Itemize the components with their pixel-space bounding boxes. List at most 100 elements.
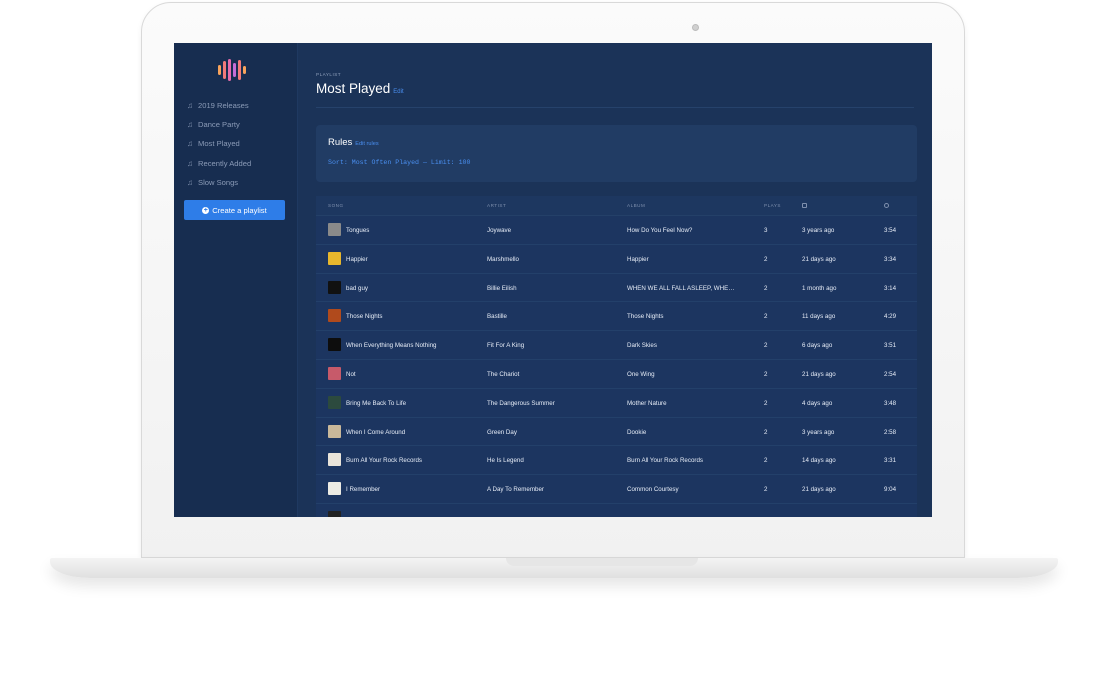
- album-art-thumbnail: [328, 482, 341, 496]
- sidebar-item-label: Slow Songs: [198, 177, 239, 187]
- album-name: Mother Nature: [627, 399, 667, 407]
- sidebar-item-label: Most Played: [198, 139, 240, 149]
- main-content: PLAYLIST Most Played Edit Rules Edit rul…: [298, 43, 932, 517]
- date-added: 21 days ago: [802, 486, 836, 494]
- song-duration: 2:54: [884, 370, 897, 378]
- music-note-icon: ♫: [187, 177, 193, 187]
- song-duration: 3:51: [884, 342, 897, 350]
- table-row[interactable]: I Remember A Day To Remember Common Courte…: [316, 475, 917, 504]
- play-count: 2: [764, 255, 768, 263]
- songs-table: SONG ARTIST ALBUM PLAYS Tongues Joywave Ho…: [316, 196, 917, 517]
- rules-header: Rules Edit rules: [328, 137, 379, 148]
- sidebar-item-dance-party[interactable]: ♫ Dance Party: [187, 115, 297, 134]
- table-row[interactable]: [316, 503, 917, 517]
- song-title: Not: [346, 370, 356, 378]
- album-art-thumbnail: [328, 338, 341, 352]
- logo-bar: [233, 63, 236, 77]
- laptop-base-notch: [506, 558, 698, 566]
- date-added: 1 month ago: [802, 284, 837, 292]
- sidebar-item-label: Recently Added: [198, 158, 252, 168]
- logo-bar: [228, 59, 231, 81]
- rules-summary: Sort: Most Often Played — Limit: 100: [328, 159, 471, 166]
- sidebar-item-most-played[interactable]: ♫ Most Played: [187, 134, 297, 153]
- column-header-plays[interactable]: PLAYS: [764, 203, 781, 208]
- song-duration: 2:58: [884, 428, 897, 436]
- table-row[interactable]: Burn All Your Rock Records He Is Legend Bu…: [316, 446, 917, 476]
- camera-dot: [692, 24, 699, 31]
- song-duration: 3:34: [884, 255, 897, 263]
- date-added: 3 years ago: [802, 227, 835, 234]
- play-count: 2: [764, 370, 768, 378]
- table-row[interactable]: Happier Marshmello Happier 2 21 days ago 3:34: [316, 244, 917, 274]
- song-duration: 3:14: [884, 284, 897, 292]
- edit-rules-link[interactable]: Edit rules: [355, 141, 378, 147]
- album-art-thumbnail: [328, 424, 341, 438]
- album-art-thumbnail: [328, 395, 341, 409]
- album-name: Those Nights: [627, 313, 664, 321]
- date-added: 21 days ago: [802, 370, 836, 378]
- album-art-thumbnail: [328, 366, 341, 380]
- music-note-icon: ♫: [187, 120, 193, 130]
- song-title: When Everything Means Nothing: [346, 342, 437, 350]
- table-row[interactable]: bad guy Billie Eilish WHEN WE ALL FALL ASL…: [316, 273, 917, 303]
- play-count: 2: [764, 428, 768, 436]
- song-title: I Remember: [346, 486, 381, 494]
- date-added: 4 days ago: [802, 399, 833, 407]
- date-added: 14 days ago: [802, 457, 836, 465]
- table-row[interactable]: Bring Me Back To Life The Dangerous Summe…: [316, 388, 917, 418]
- date-added: 11 days ago: [802, 313, 836, 321]
- rules-card: Rules Edit rules Sort: Most Often Played…: [316, 125, 917, 182]
- artist-name: Billie Eilish: [487, 284, 517, 292]
- album-art-thumbnail: [328, 510, 341, 517]
- artist-name: Joywave: [487, 227, 512, 234]
- song-duration: 3:48: [884, 399, 897, 407]
- playlist-nav: ♫ 2019 Releases ♫ Dance Party ♫ Most Pla…: [187, 96, 297, 192]
- column-header-artist[interactable]: ARTIST: [487, 203, 506, 208]
- album-name: Happier: [627, 255, 649, 263]
- album-art-thumbnail: [328, 280, 341, 294]
- album-name: Dookie: [627, 428, 647, 436]
- edit-playlist-link[interactable]: Edit: [393, 89, 403, 95]
- artist-name: Fit For A King: [487, 342, 525, 350]
- album-name: Dark Skies: [627, 342, 657, 350]
- sidebar-item-label: Dance Party: [198, 120, 240, 130]
- sidebar-item-recently-added[interactable]: ♫ Recently Added: [187, 154, 297, 173]
- album-name: Common Courtesy: [627, 486, 679, 494]
- album-art-thumbnail: [328, 223, 341, 236]
- song-duration: 3:31: [884, 457, 897, 465]
- artist-name: Green Day: [487, 428, 517, 436]
- play-count: 2: [764, 313, 768, 321]
- page-title-row: Most Played Edit: [316, 81, 404, 96]
- song-title: When I Come Around: [346, 428, 406, 436]
- clock-icon[interactable]: [884, 203, 889, 208]
- app-screen: ♫ 2019 Releases ♫ Dance Party ♫ Most Pla…: [174, 43, 932, 517]
- play-count: 2: [764, 486, 768, 494]
- album-name: WHEN WE ALL FALL ASLEEP, WHERE DO WE GO?: [627, 284, 737, 292]
- album-art-thumbnail: [328, 309, 341, 323]
- song-title: Burn All Your Rock Records: [346, 457, 423, 465]
- sidebar-item-2019-releases[interactable]: ♫ 2019 Releases: [187, 96, 297, 115]
- music-note-icon: ♫: [187, 158, 193, 168]
- table-row[interactable]: Not The Chariot One Wing 2 21 days ago 2:54: [316, 359, 917, 389]
- artist-name: Bastille: [487, 313, 507, 321]
- column-header-song[interactable]: SONG: [328, 203, 344, 208]
- sidebar-item-slow-songs[interactable]: ♫ Slow Songs: [187, 173, 297, 192]
- table-row[interactable]: Tongues Joywave How Do You Feel Now? 3 3 yea…: [316, 216, 917, 245]
- song-title: bad guy: [346, 284, 369, 292]
- song-duration: 9:04: [884, 486, 897, 494]
- create-playlist-button[interactable]: + Create a playlist: [184, 200, 285, 220]
- app-logo-icon[interactable]: [218, 59, 254, 81]
- table-row[interactable]: When Everything Means Nothing Fit For A K…: [316, 331, 917, 360]
- table-row[interactable]: When I Come Around Green Day Dookie 2 3 year…: [316, 417, 917, 447]
- music-note-icon: ♫: [187, 101, 193, 111]
- table-row[interactable]: Those Nights Bastille Those Nights 2 11 days…: [316, 302, 917, 332]
- calendar-icon[interactable]: [802, 203, 807, 208]
- logo-bar: [243, 66, 246, 74]
- column-header-album[interactable]: ALBUM: [627, 203, 645, 208]
- song-title: Those Nights: [346, 313, 383, 321]
- date-added: 6 days ago: [802, 342, 833, 350]
- album-art-thumbnail: [328, 453, 341, 467]
- plus-circle-icon: +: [202, 206, 210, 214]
- logo-bar: [238, 60, 241, 80]
- artist-name: Marshmello: [487, 255, 519, 263]
